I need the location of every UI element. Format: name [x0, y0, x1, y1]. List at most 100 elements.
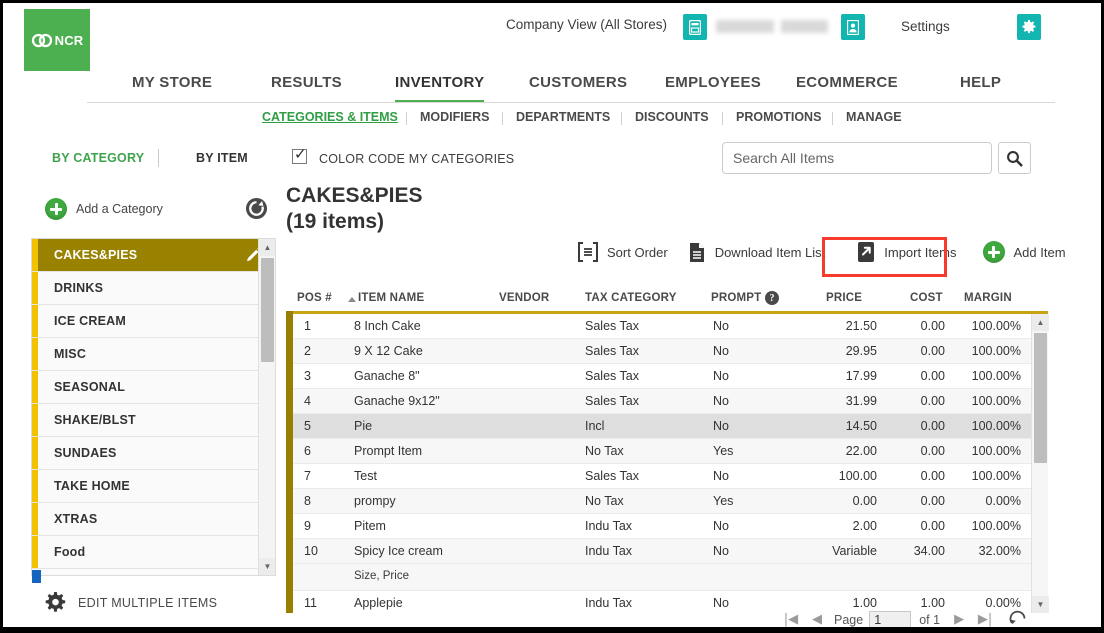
- table-row[interactable]: 1 8 Inch Cake Sales Tax No 21.50 0.00 10…: [293, 314, 1031, 339]
- import-items-button[interactable]: Import Items: [857, 241, 957, 263]
- import-icon: [858, 242, 875, 262]
- cell-price: 17.99: [845, 369, 877, 383]
- cell-prompt: No: [713, 369, 729, 383]
- refresh-icon[interactable]: [245, 197, 268, 220]
- sort-asc-icon: [348, 297, 356, 302]
- nav-ecommerce[interactable]: ECOMMERCE: [796, 74, 898, 100]
- first-page-button[interactable]: |◀: [778, 612, 804, 627]
- cell-pos: 6: [304, 444, 311, 458]
- next-page-button[interactable]: ▶: [946, 612, 972, 627]
- column-header-pos[interactable]: POS #: [297, 292, 332, 304]
- category-label: ICE CREAM: [54, 314, 126, 328]
- settings-label[interactable]: Settings: [901, 19, 950, 34]
- search-input[interactable]: [722, 142, 992, 174]
- cell-item-modifiers: Size, Price: [354, 570, 409, 582]
- subnav-departments[interactable]: DEPARTMENTS: [516, 110, 610, 124]
- cell-pos: 1: [304, 319, 311, 333]
- cell-item-name: 9 X 12 Cake: [354, 344, 423, 358]
- cell-prompt: No: [713, 344, 729, 358]
- search-icon[interactable]: [998, 142, 1031, 174]
- cell-cost: 0.00: [920, 444, 945, 458]
- add-item-label: Add Item: [1013, 244, 1066, 260]
- prev-page-button[interactable]: ◀: [804, 612, 830, 627]
- cell-item-name: Test: [354, 469, 377, 483]
- cell-prompt: No: [713, 469, 729, 483]
- company-view-label[interactable]: Company View (All Stores): [506, 17, 667, 32]
- table-row[interactable]: 2 9 X 12 Cake Sales Tax No 29.95 0.00 10…: [293, 339, 1031, 364]
- category-item[interactable]: Food: [32, 536, 275, 569]
- nav-my-store[interactable]: MY STORE: [132, 74, 212, 100]
- cell-item-name: Pie: [354, 419, 373, 433]
- gear-icon[interactable]: [1017, 14, 1041, 40]
- cell-price: 31.99: [845, 394, 877, 408]
- category-item[interactable]: SEASONAL: [32, 371, 275, 404]
- column-header-cost[interactable]: COST: [910, 292, 943, 304]
- category-list[interactable]: CAKES&PIES DRINKS ICE CREAM MISC SEASONA…: [31, 238, 276, 576]
- user-icon[interactable]: [841, 14, 865, 40]
- table-row[interactable]: 5 Pie Incl No 14.50 0.00 100.00%: [293, 414, 1031, 439]
- column-header-item-name[interactable]: ITEM NAME: [358, 292, 424, 304]
- column-header-margin[interactable]: MARGIN: [964, 292, 1012, 304]
- scroll-down-icon[interactable]: ▼: [1032, 596, 1049, 613]
- last-page-button[interactable]: ▶|: [972, 612, 998, 627]
- store-glyph-icon: [689, 19, 701, 35]
- scroll-up-icon[interactable]: ▲: [1032, 314, 1049, 331]
- add-item-button[interactable]: Add Item: [982, 241, 1066, 263]
- table-row[interactable]: 6 Prompt Item No Tax Yes 22.00 0.00 100.…: [293, 439, 1031, 464]
- ncr-logo[interactable]: NCR: [24, 9, 90, 71]
- page-number-input[interactable]: [869, 611, 912, 628]
- table-row[interactable]: 8 prompy No Tax Yes 0.00 0.00 0.00%: [293, 489, 1031, 514]
- scroll-down-icon[interactable]: ▼: [259, 558, 275, 575]
- tab-by-item[interactable]: BY ITEM: [196, 151, 248, 165]
- refresh-glyph-icon: [1009, 610, 1026, 624]
- subnav-discounts[interactable]: DISCOUNTS: [635, 110, 709, 124]
- prompt-help-icon[interactable]: ?: [765, 291, 779, 305]
- scrollbar-thumb[interactable]: [1034, 333, 1047, 463]
- category-list-scrollbar[interactable]: ▲ ▼: [258, 239, 275, 575]
- subnav-manage[interactable]: MANAGE: [846, 110, 902, 124]
- table-row[interactable]: 4 Ganache 9x12" Sales Tax No 31.99 0.00 …: [293, 389, 1031, 414]
- nav-customers[interactable]: CUSTOMERS: [529, 74, 627, 100]
- category-item[interactable]: MISC: [32, 338, 275, 371]
- color-code-checkbox[interactable]: ✓: [292, 147, 307, 164]
- subnav-modifiers[interactable]: MODIFIERS: [420, 110, 489, 124]
- column-header-price[interactable]: PRICE: [826, 292, 862, 304]
- store-icon[interactable]: [683, 14, 707, 40]
- scrollbar-thumb[interactable]: [261, 258, 274, 362]
- import-items-label: Import Items: [884, 244, 957, 260]
- cell-pos: 10: [304, 544, 318, 558]
- nav-results[interactable]: RESULTS: [271, 74, 342, 100]
- category-item[interactable]: CAKES&PIES: [32, 239, 275, 272]
- category-item[interactable]: XTRAS: [32, 503, 275, 536]
- cell-tax-category: Incl: [585, 419, 605, 433]
- add-category-button[interactable]: Add a Category: [45, 198, 163, 220]
- table-row[interactable]: 9 Pitem Indu Tax No 2.00 0.00 100.00%: [293, 514, 1031, 539]
- table-row[interactable]: 3 Ganache 8" Sales Tax No 17.99 0.00 100…: [293, 364, 1031, 389]
- column-header-vendor[interactable]: VENDOR: [499, 292, 549, 304]
- nav-help[interactable]: HELP: [960, 74, 1001, 100]
- sort-order-button[interactable]: Sort Order: [578, 242, 668, 262]
- edit-multiple-items-button[interactable]: EDIT MULTIPLE ITEMS: [45, 592, 217, 613]
- category-item[interactable]: TAKE HOME: [32, 470, 275, 503]
- table-scrollbar[interactable]: ▲ ▼: [1031, 314, 1049, 613]
- column-header-prompt[interactable]: PROMPT: [711, 292, 761, 304]
- column-header-tax-category[interactable]: TAX CATEGORY: [585, 292, 677, 304]
- cell-margin: 32.00%: [978, 544, 1021, 558]
- subnav-promotions[interactable]: PROMOTIONS: [736, 110, 821, 124]
- nav-employees[interactable]: EMPLOYEES: [665, 74, 761, 100]
- download-item-list-button[interactable]: Download Item List: [688, 242, 825, 263]
- cell-pos: 4: [304, 394, 311, 408]
- scroll-up-icon[interactable]: ▲: [259, 239, 275, 256]
- table-row[interactable]: 10 Spicy Ice cream Indu Tax No Variable …: [293, 539, 1031, 564]
- category-item[interactable]: DRINKS: [32, 272, 275, 305]
- ncr-logo-text: NCR: [54, 32, 84, 48]
- table-row-modifier[interactable]: Size, Price: [293, 564, 1031, 591]
- table-row[interactable]: 7 Test Sales Tax No 100.00 0.00 100.00%: [293, 464, 1031, 489]
- category-item[interactable]: ICE CREAM: [32, 305, 275, 338]
- category-item[interactable]: SHAKE/BLST: [32, 404, 275, 437]
- category-item[interactable]: SUNDAES: [32, 437, 275, 470]
- tab-by-category[interactable]: BY CATEGORY: [52, 151, 144, 165]
- nav-inventory[interactable]: INVENTORY: [395, 74, 485, 103]
- page-title: CAKES&PIES (19 items): [286, 183, 423, 235]
- subnav-categories-items[interactable]: CATEGORIES & ITEMS: [262, 110, 398, 124]
